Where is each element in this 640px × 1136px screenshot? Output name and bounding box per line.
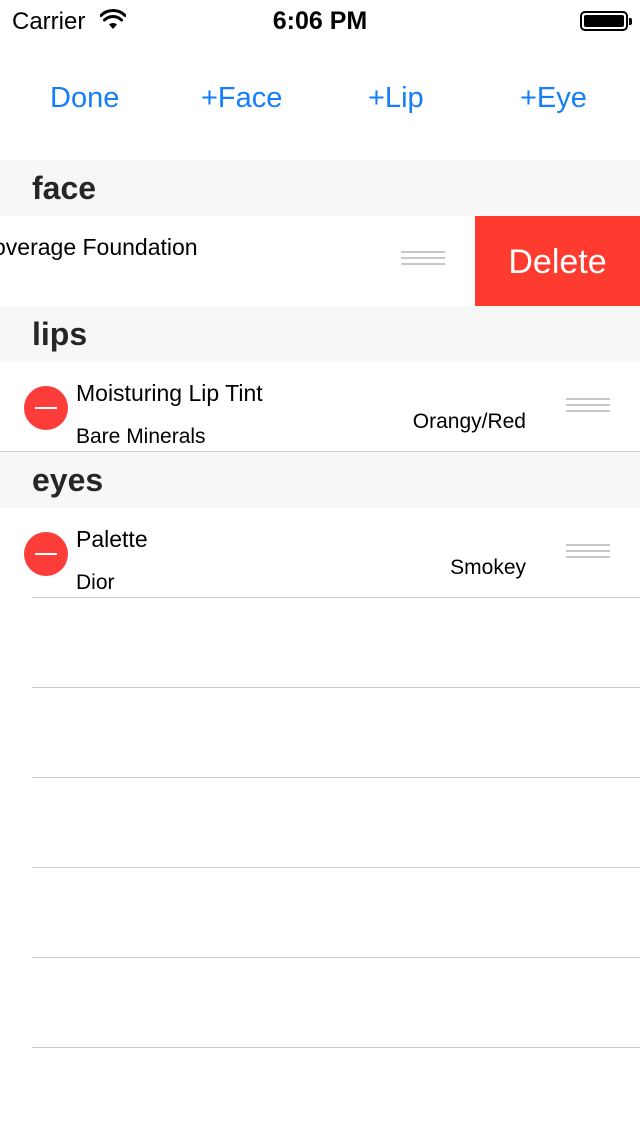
add-face-button[interactable]: +Face bbox=[201, 82, 282, 115]
list-item-lips[interactable]: Moisturing Lip Tint Bare Minerals Orangy… bbox=[0, 362, 640, 452]
list-item-face[interactable]: overage Foundation Delete bbox=[0, 216, 640, 306]
divider bbox=[32, 1047, 640, 1048]
divider bbox=[32, 687, 640, 688]
list-item-eyes[interactable]: Palette Dior Smokey bbox=[0, 508, 640, 598]
product-shade: Orangy/Red bbox=[412, 410, 526, 433]
section-header-lips: lips bbox=[0, 306, 640, 362]
add-lip-button[interactable]: +Lip bbox=[368, 82, 424, 115]
section-title-eyes: eyes bbox=[32, 462, 104, 498]
product-name: overage Foundation bbox=[0, 234, 198, 260]
reorder-handle-icon[interactable] bbox=[566, 398, 610, 416]
product-shade: Smokey bbox=[450, 556, 526, 579]
section-title-lips: lips bbox=[32, 316, 88, 352]
reorder-handle-icon[interactable] bbox=[566, 544, 610, 562]
divider bbox=[32, 867, 640, 868]
delete-button[interactable]: Delete bbox=[475, 216, 640, 306]
section-header-eyes: eyes bbox=[0, 452, 640, 508]
clock: 6:06 PM bbox=[272, 7, 368, 35]
battery-icon bbox=[580, 11, 632, 31]
divider bbox=[32, 957, 640, 958]
delete-circle-icon[interactable] bbox=[24, 386, 68, 430]
delete-circle-icon[interactable] bbox=[24, 532, 68, 576]
status-bar: Carrier 6:06 PM bbox=[0, 0, 640, 40]
divider bbox=[32, 777, 640, 778]
product-name: Palette bbox=[76, 526, 148, 552]
product-brand: Bare Minerals bbox=[76, 425, 206, 448]
done-button[interactable]: Done bbox=[50, 82, 119, 115]
reorder-handle-icon[interactable] bbox=[401, 251, 445, 269]
toolbar: Done +Face +Lip +Eye bbox=[0, 60, 640, 144]
product-brand: Dior bbox=[76, 571, 115, 594]
divider bbox=[32, 597, 640, 598]
section-title-face: face bbox=[32, 170, 97, 206]
product-name: Moisturing Lip Tint bbox=[76, 380, 263, 406]
add-eye-button[interactable]: +Eye bbox=[520, 82, 587, 115]
section-header-face: face bbox=[0, 160, 640, 216]
